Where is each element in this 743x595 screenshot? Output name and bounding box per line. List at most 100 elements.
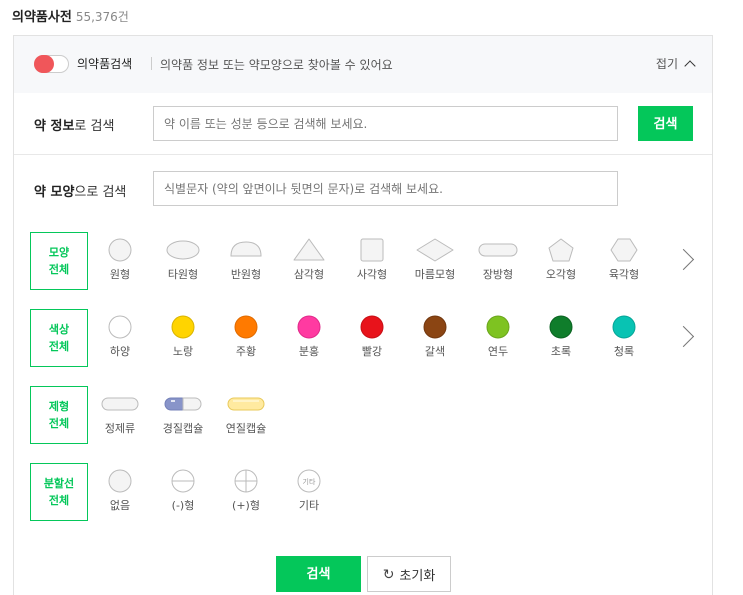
search-description: 의약품 정보 또는 약모양으로 찾아볼 수 있어요 [160,58,393,72]
shape-option-round[interactable]: 원형 [88,236,152,286]
option-label: 분홍 [298,345,320,358]
search-panel: 의약품검색 의약품 정보 또는 약모양으로 찾아볼 수 있어요 접기 약 정보로… [13,35,713,595]
shape-option-oblong[interactable]: 장방형 [466,236,530,286]
split-option-minus[interactable]: (-)형 [151,467,215,517]
half-round-shape-icon [221,236,271,264]
pink-swatch-icon [284,313,334,341]
option-label: 기타 [298,499,320,512]
option-label: 삼각형 [293,268,325,281]
info-search-button[interactable]: 검색 [638,106,693,141]
diamond-shape-icon [410,236,460,264]
option-label: 주황 [235,345,257,358]
search-button[interactable]: 검색 [276,556,361,592]
color-category-line1: 색상 [48,323,70,336]
fold-button[interactable]: 접기 [655,55,696,72]
shape-option-hexagon[interactable]: 육각형 [592,236,656,286]
split-all-button[interactable]: 분할선 전체 [30,463,88,521]
page-title: 의약품사전 [12,10,72,25]
form-all-button[interactable]: 제형 전체 [30,386,88,444]
option-label: 육각형 [608,268,640,281]
color-option-teal[interactable]: 청록 [592,313,656,363]
chevron-up-icon [684,59,696,72]
shape-option-square[interactable]: 사각형 [340,236,404,286]
no-line-icon [95,467,145,495]
option-label: 사각형 [356,268,388,281]
imprint-search-input[interactable] [153,171,618,206]
shape-search-label-rest: 으로 검색 [74,185,127,200]
shape-option-oval[interactable]: 타원형 [151,236,215,286]
color-option-pink[interactable]: 분홍 [277,313,341,363]
minus-line-icon [158,467,208,495]
search-toggle[interactable] [34,55,69,73]
refresh-icon: ↻ [382,565,395,582]
color-option-green[interactable]: 초록 [529,313,593,363]
split-option-none[interactable]: 없음 [88,467,152,517]
color-option-lightgreen[interactable]: 연두 [466,313,530,363]
color-next-arrow-icon[interactable] [676,325,694,349]
option-label: 원형 [109,268,131,281]
shape-filter-row: 모양 전체 원형 타원형 반원형 삼각형 사각형 마름모형 장방형 오각형 육각… [14,232,712,292]
divider [151,57,152,70]
toggle-label: 의약품검색 [77,57,133,71]
toggle-knob [34,55,54,73]
color-option-white[interactable]: 하양 [88,313,152,363]
triangle-shape-icon [284,236,334,264]
shape-all-button[interactable]: 모양 전체 [30,232,88,290]
info-search-label-rest: 로 검색 [74,119,115,134]
option-label: 노랑 [172,345,194,358]
color-all-button[interactable]: 색상 전체 [30,309,88,367]
split-option-plus[interactable]: (+)형 [214,467,278,517]
form-option-tablet[interactable]: 정제류 [88,390,152,440]
red-swatch-icon [347,313,397,341]
option-label: 청록 [613,345,635,358]
shape-next-arrow-icon[interactable] [676,248,694,272]
shape-option-pentagon[interactable]: 오각형 [529,236,593,286]
color-filter-row: 색상 전체 하양 노랑 주황 분홍 빨강 갈색 연두 초록 청록 [14,309,712,369]
option-label: (-)형 [171,499,195,512]
reset-button[interactable]: ↻ 초기화 [367,556,451,592]
option-label: 없음 [109,499,131,512]
etc-line-icon: 기타 [284,467,334,495]
shape-option-triangle[interactable]: 삼각형 [277,236,341,286]
split-category-line2: 전체 [48,494,70,507]
oblong-shape-icon [473,236,523,264]
shape-option-diamond[interactable]: 마름모형 [403,236,467,286]
form-option-soft-capsule[interactable]: 연질캡슐 [214,390,278,440]
option-label: 장방형 [482,268,514,281]
etc-icon-text: 기타 [303,477,316,486]
split-option-etc[interactable]: 기타 기타 [277,467,341,517]
fold-label: 접기 [655,57,678,71]
shape-category-line1: 모양 [48,246,70,259]
action-buttons: 검색 ↻ 초기화 [14,556,712,595]
title-row: 의약품사전 55,376건 [12,6,129,25]
option-label: 오각형 [545,268,577,281]
color-option-yellow[interactable]: 노랑 [151,313,215,363]
split-filter-row: 분할선 전체 없음 (-)형 (+)형 기타 기타 [14,463,712,523]
shape-option-half-round[interactable]: 반원형 [214,236,278,286]
shape-search-row: 약 모양으로 검색 [14,155,712,225]
option-label: 갈색 [424,345,446,358]
option-label: 반원형 [230,268,262,281]
info-search-input[interactable] [153,106,618,141]
form-category-line2: 전체 [48,417,70,430]
hard-capsule-icon [158,390,208,418]
color-option-red[interactable]: 빨강 [340,313,404,363]
color-option-orange[interactable]: 주황 [214,313,278,363]
shape-search-label: 약 모양으로 검색 [34,181,126,200]
form-option-hard-capsule[interactable]: 경질캡슐 [151,390,215,440]
square-shape-icon [347,236,397,264]
result-count: 55,376건 [75,10,129,24]
hexagon-shape-icon [599,236,649,264]
plus-line-icon [221,467,271,495]
option-label: 타원형 [167,268,199,281]
option-label: (+)형 [232,499,260,512]
reset-label: 초기화 [399,567,436,583]
split-category-line1: 분할선 [43,477,75,490]
option-label: 빨강 [361,345,383,358]
lightgreen-swatch-icon [473,313,523,341]
orange-swatch-icon [221,313,271,341]
tablet-icon [95,390,145,418]
color-option-brown[interactable]: 갈색 [403,313,467,363]
search-topbar: 의약품검색 의약품 정보 또는 약모양으로 찾아볼 수 있어요 접기 [14,36,712,93]
option-label: 하양 [109,345,131,358]
